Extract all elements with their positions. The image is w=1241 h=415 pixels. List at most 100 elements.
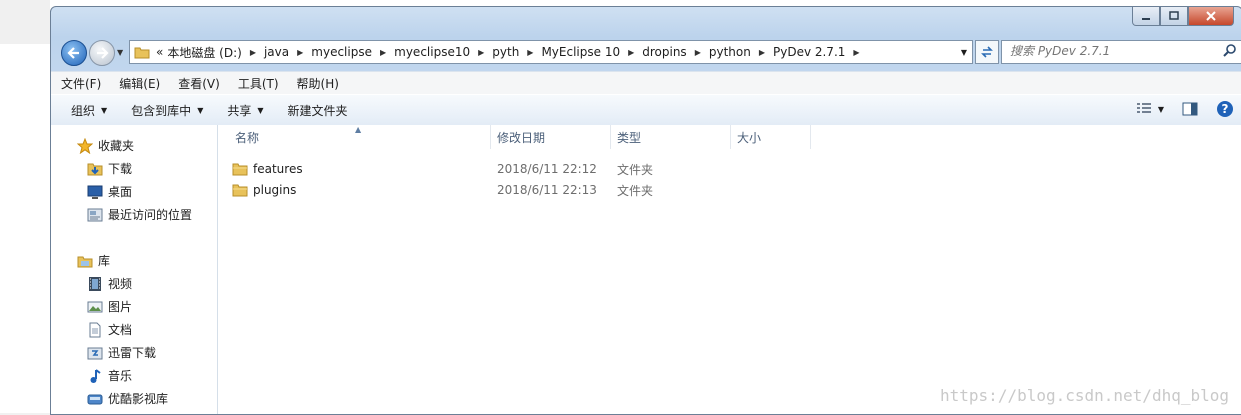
help-button[interactable]: ? (1216, 100, 1234, 118)
breadcrumb-item[interactable]: myeclipse10 (392, 45, 472, 59)
change-view-button[interactable]: ▼ (1136, 102, 1164, 116)
include-in-library-button[interactable]: 包含到库中 ▼ (127, 102, 207, 119)
menu-edit[interactable]: 编辑(E) (111, 75, 168, 92)
background-strip (0, 0, 50, 44)
breadcrumb-item[interactable]: 本地磁盘 (D:) (165, 44, 243, 61)
youku-library-icon (87, 391, 103, 407)
breadcrumb-separator-icon[interactable]: ▶ (695, 48, 701, 57)
refresh-button[interactable] (975, 40, 999, 64)
breadcrumb-separator-icon[interactable]: ▶ (853, 48, 859, 57)
breadcrumb-item[interactable]: pyth (490, 45, 521, 59)
file-date: 2018/6/11 22:12 (497, 162, 597, 176)
libraries-header[interactable]: 库 (77, 252, 110, 269)
refresh-icon (981, 46, 993, 58)
download-folder-icon (87, 161, 103, 177)
folder-icon (134, 47, 150, 59)
minimize-button[interactable] (1132, 7, 1160, 26)
folder-icon (232, 163, 248, 176)
breadcrumb-separator-icon[interactable]: ▶ (527, 48, 533, 57)
column-header-date[interactable]: 修改日期 (491, 125, 611, 149)
breadcrumb-separator-icon[interactable]: ▶ (380, 48, 386, 57)
chevron-down-icon: ▼ (101, 105, 108, 115)
chevron-down-icon: ▼ (197, 105, 204, 115)
sidebar-item-downloads[interactable]: 下载 (87, 160, 132, 177)
folder-icon (232, 184, 248, 197)
sidebar-item-thunder-downloads[interactable]: 迅雷下载 (87, 344, 156, 361)
minimize-icon (1142, 18, 1150, 20)
explorer-window: ▼ « 本地磁盘 (D:) ▶ java ▶ myeclipse ▶ myeclips… (50, 6, 1241, 415)
address-dropdown[interactable]: ▼ (955, 47, 972, 57)
search-box[interactable] (1001, 40, 1241, 64)
menu-view[interactable]: 查看(V) (170, 75, 228, 92)
sidebar-item-desktop[interactable]: 桌面 (87, 183, 132, 200)
close-icon (1206, 11, 1216, 21)
recent-pages-dropdown[interactable]: ▼ (117, 48, 123, 57)
sidebar-item-pictures[interactable]: 图片 (87, 298, 132, 315)
view-details-icon (1136, 103, 1151, 113)
menu-tools[interactable]: 工具(T) (230, 75, 287, 92)
menu-help[interactable]: 帮助(H) (289, 75, 347, 92)
chevron-down-icon: ▼ (257, 105, 264, 115)
caption-buttons (1132, 7, 1234, 26)
file-name-cell: plugins (232, 182, 482, 198)
star-icon (77, 137, 93, 154)
menu-file[interactable]: 文件(F) (53, 75, 109, 92)
preview-pane-button[interactable] (1182, 102, 1198, 116)
breadcrumb-separator-icon[interactable]: ▶ (478, 48, 484, 57)
breadcrumb-item[interactable]: MyEclipse 10 (539, 45, 622, 59)
file-type: 文件夹 (617, 162, 654, 177)
maximize-button[interactable] (1160, 7, 1188, 26)
sidebar-item-label: 迅雷下载 (108, 346, 157, 360)
breadcrumb-item[interactable]: PyDev 2.7.1 (771, 45, 847, 59)
sidebar-item-recent-places[interactable]: 最近访问的位置 (87, 206, 192, 223)
address-bar[interactable]: « 本地磁盘 (D:) ▶ java ▶ myeclipse ▶ myeclipse1… (129, 40, 973, 64)
breadcrumb-item[interactable]: python (707, 45, 753, 59)
column-header-type[interactable]: 类型 (611, 125, 731, 149)
favorites-label: 收藏夹 (98, 139, 135, 153)
favorites-header[interactable]: 收藏夹 (77, 137, 134, 154)
sidebar-item-label: 下载 (108, 162, 133, 176)
breadcrumb-separator-icon[interactable]: ▶ (250, 48, 256, 57)
column-header-name[interactable]: 名称 (229, 125, 491, 149)
maximize-icon (1169, 11, 1179, 20)
column-header-size[interactable]: 大小 (731, 125, 811, 149)
sidebar-item-documents[interactable]: 文档 (87, 321, 132, 338)
navigation-row: ▼ « 本地磁盘 (D:) ▶ java ▶ myeclipse ▶ myeclips… (59, 39, 1241, 67)
breadcrumb-item[interactable]: java (262, 45, 291, 59)
svg-text:?: ? (1222, 102, 1229, 116)
video-icon (87, 276, 103, 292)
preview-pane-icon (1182, 102, 1198, 116)
sidebar-item-videos[interactable]: 视频 (87, 275, 132, 292)
organize-label: 组织 (71, 103, 96, 118)
view-controls: ▼ ? (1136, 100, 1241, 118)
document-icon (87, 322, 103, 338)
breadcrumb-separator-icon[interactable]: ▶ (759, 48, 765, 57)
share-button[interactable]: 共享 ▼ (223, 102, 267, 119)
forward-arrow-icon (97, 47, 109, 59)
close-button[interactable] (1188, 7, 1234, 26)
sidebar-item-label: 最近访问的位置 (108, 208, 193, 222)
sidebar-item-music[interactable]: 音乐 (87, 367, 132, 384)
recent-places-icon (87, 207, 103, 223)
library-icon (77, 253, 93, 269)
back-arrow-icon (67, 47, 79, 59)
breadcrumb-separator-icon[interactable]: ▶ (297, 48, 303, 57)
sidebar-item-label: 视频 (108, 277, 133, 291)
sidebar-item-label: 文档 (108, 323, 133, 337)
sidebar-item-youku[interactable]: 优酷影视库 (87, 390, 168, 407)
address-overflow[interactable]: « (154, 45, 165, 59)
breadcrumb-separator-icon[interactable]: ▶ (628, 48, 634, 57)
forward-button[interactable] (89, 40, 115, 66)
breadcrumb-item[interactable]: myeclipse (309, 45, 374, 59)
search-input[interactable] (1002, 41, 1210, 61)
file-name-cell: features (232, 161, 482, 177)
back-button[interactable] (61, 40, 87, 66)
picture-icon (87, 299, 103, 315)
new-folder-button[interactable]: 新建文件夹 (284, 102, 352, 119)
music-icon (87, 368, 103, 384)
chevron-down-icon: ▼ (1157, 104, 1164, 114)
help-icon: ? (1217, 101, 1233, 117)
navigation-pane: 收藏夹 下载 桌面 最近访问的位置 库 视频 图片 文档 迅雷下载 音乐 优酷影… (51, 125, 218, 414)
organize-button[interactable]: 组织 ▼ (67, 102, 111, 119)
breadcrumb-item[interactable]: dropins (640, 45, 688, 59)
